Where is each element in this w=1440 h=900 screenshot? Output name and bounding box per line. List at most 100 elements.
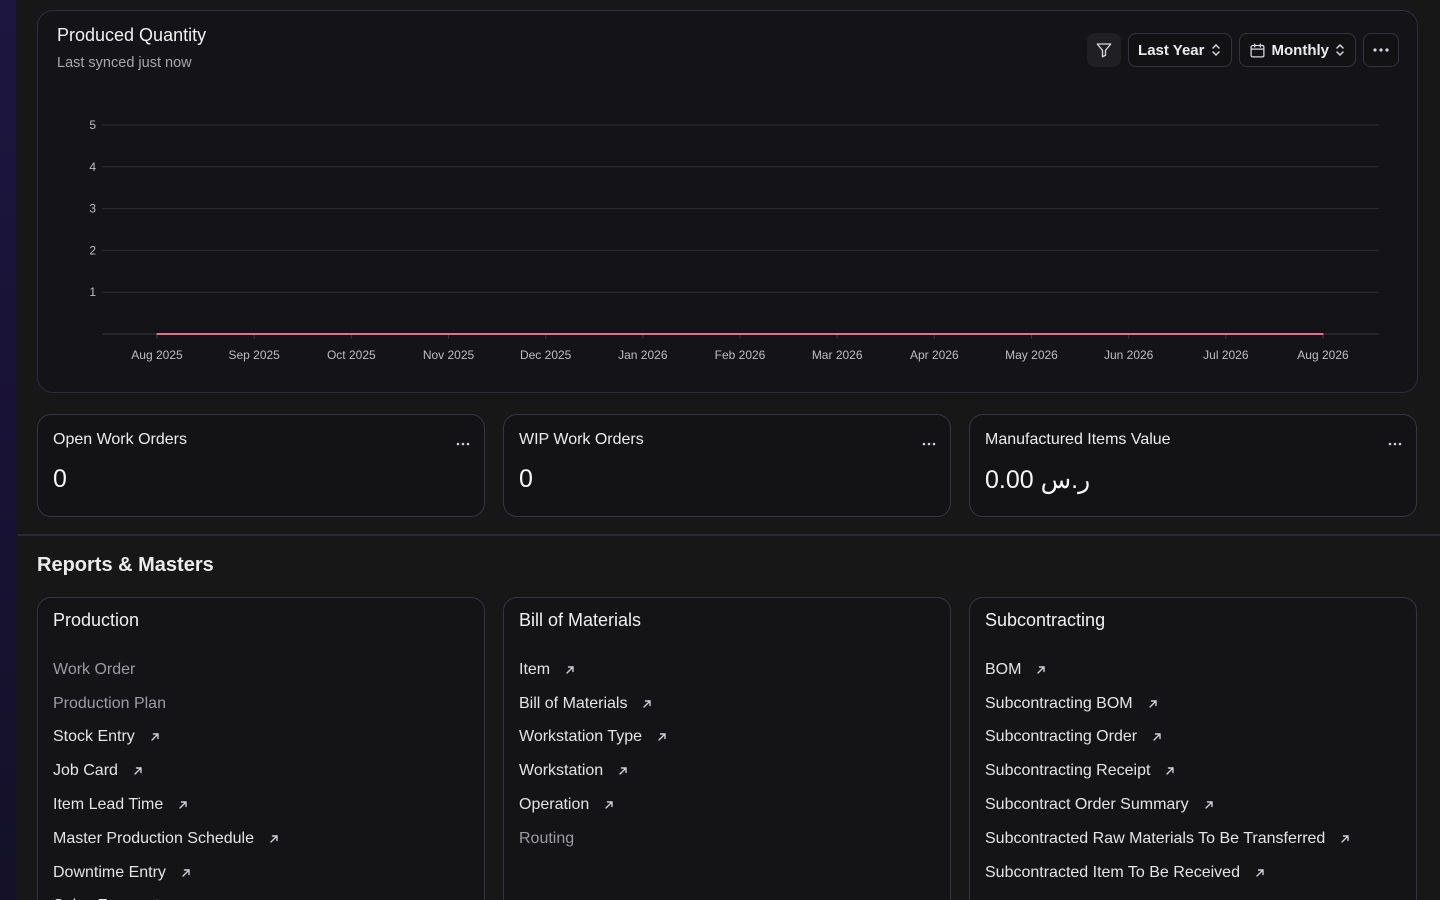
kpi-more-button[interactable] [1388,433,1402,451]
kpi-value: 0.00 ر.س [985,466,1091,494]
kpi-more-button[interactable] [456,433,470,451]
data-point [739,333,741,335]
report-link-label: Workstation Type [519,728,643,746]
report-link[interactable]: Master Production Schedule [53,822,280,856]
x-tick-label: Dec 2025 [520,348,572,362]
data-point [1127,333,1130,335]
report-card-title: Bill of Materials [519,610,642,630]
arrow-up-right-icon [564,664,576,676]
report-link-list: BOM Subcontracting BOM Subcontracting Orde… [985,653,1351,890]
sidebar-edge [0,0,16,900]
report-link-label: Downtime Entry [53,863,166,881]
chevron-up-down-icon [1211,43,1220,57]
range-select[interactable]: Last Year [1128,33,1232,67]
report-link[interactable]: Subcontracting Receipt [985,754,1351,788]
chevron-up-down-icon [1336,43,1344,57]
data-point [156,333,158,335]
x-tick-label: Jun 2026 [1104,348,1154,362]
arrow-up-right-icon [617,765,629,777]
range-select-value: Last Year [1138,41,1205,59]
report-link-label: Operation [519,796,590,814]
report-link[interactable]: BOM [985,653,1351,687]
kpi-more-button[interactable] [922,433,936,451]
report-link[interactable]: Production Plan [53,687,280,721]
report-link[interactable]: Routing [519,822,668,856]
arrow-up-right-icon [1339,833,1351,845]
report-link[interactable]: Subcontracted Item To Be Received [985,856,1351,890]
interval-select[interactable]: Monthly [1238,33,1356,67]
x-tick-label: Feb 2026 [715,348,766,362]
arrow-up-right-icon [177,799,189,811]
data-point [447,333,450,335]
report-link[interactable]: Workstation Type [519,721,668,755]
report-link-label: Work Order [53,660,136,678]
chart-title: Produced Quantity [57,25,207,45]
arrow-up-right-icon [656,731,668,743]
x-tick-label: Oct 2025 [327,348,376,362]
data-point [1322,333,1324,335]
section-title: Reports & Masters [37,554,214,576]
report-link-label: BOM [985,660,1022,678]
kpi-value: 0 [53,465,67,493]
section-divider [18,534,1440,536]
x-tick-label: Aug 2026 [1297,348,1349,362]
report-link[interactable]: Sales Forecast [53,890,280,900]
data-point [642,333,644,335]
kpi-title: WIP Work Orders [519,431,644,448]
report-link[interactable]: Work Order [53,653,280,687]
report-link[interactable]: Downtime Entry [53,856,280,890]
kpi-value: 0 [519,465,533,493]
kpi-card-manufactured-items-value[interactable]: Manufactured Items Value 0.00 ر.س [969,414,1417,517]
y-tick-label: 3 [89,202,96,216]
report-link[interactable]: Subcontracted Raw Materials To Be Transf… [985,822,1351,856]
report-link[interactable]: Bill of Materials [519,687,668,721]
report-link-label: Production Plan [53,694,166,712]
y-tick-label: 4 [89,160,96,174]
kpi-card-wip-work-orders[interactable]: WIP Work Orders 0 [503,414,951,517]
report-link[interactable]: Workstation [519,754,668,788]
interval-select-value: Monthly [1271,41,1330,59]
report-link-label: Subcontract Order Summary [985,796,1189,814]
data-point [933,333,936,335]
chart-more-button[interactable] [1363,33,1399,67]
y-tick-label: 2 [89,243,96,257]
report-link-label: Subcontracting Receipt [985,762,1151,780]
x-tick-label: Nov 2025 [423,348,475,362]
arrow-up-right-icon [132,765,144,777]
report-link[interactable]: Operation [519,788,668,822]
kpi-title: Open Work Orders [53,431,187,448]
report-link[interactable]: Subcontracting Order [985,721,1351,755]
report-link-label: Routing [519,829,575,847]
more-horizontal-icon [456,442,470,446]
report-link[interactable]: Item [519,653,668,687]
report-card-bill-of-materials: Bill of Materials Item Bill of Materials W… [503,597,951,900]
report-link[interactable]: Subcontract Order Summary [985,788,1351,822]
report-link[interactable]: Subcontracting BOM [985,687,1351,721]
x-tick-label: Apr 2026 [910,348,959,362]
x-tick-label: Jan 2026 [618,348,668,362]
report-card-title: Production [53,610,140,630]
report-link-label: Item Lead Time [53,796,164,814]
arrow-up-right-icon [1164,765,1176,777]
data-point [544,333,547,335]
report-link-label: Workstation [519,762,604,780]
calendar-icon [1249,42,1265,58]
x-tick-label: Aug 2025 [131,348,183,362]
report-link-list: Work Order Production Plan Stock Entry Job … [53,653,280,900]
arrow-up-right-icon [149,731,161,743]
arrow-up-right-icon [180,867,192,879]
report-link-label: Subcontracted Item To Be Received [985,863,1240,881]
report-link-label: Subcontracting Order [985,728,1138,746]
report-link[interactable]: Job Card [53,754,280,788]
report-card-title: Subcontracting [985,610,1106,630]
report-link-list: Item Bill of Materials Workstation Type Wor… [519,653,668,856]
main-content: 1 2 3 4 5 Aug 2025 Sep 2025 Oct 2025 Nov 2025 Dec… [16,0,1440,900]
report-link[interactable]: Stock Entry [53,721,280,755]
data-point [253,333,255,335]
report-link[interactable]: Item Lead Time [53,788,280,822]
y-tick-label: 5 [89,118,96,132]
kpi-card-open-work-orders[interactable]: Open Work Orders 0 [37,414,485,517]
arrow-up-right-icon [268,833,280,845]
report-link-label: Job Card [53,762,118,780]
filter-button[interactable] [1087,33,1122,67]
